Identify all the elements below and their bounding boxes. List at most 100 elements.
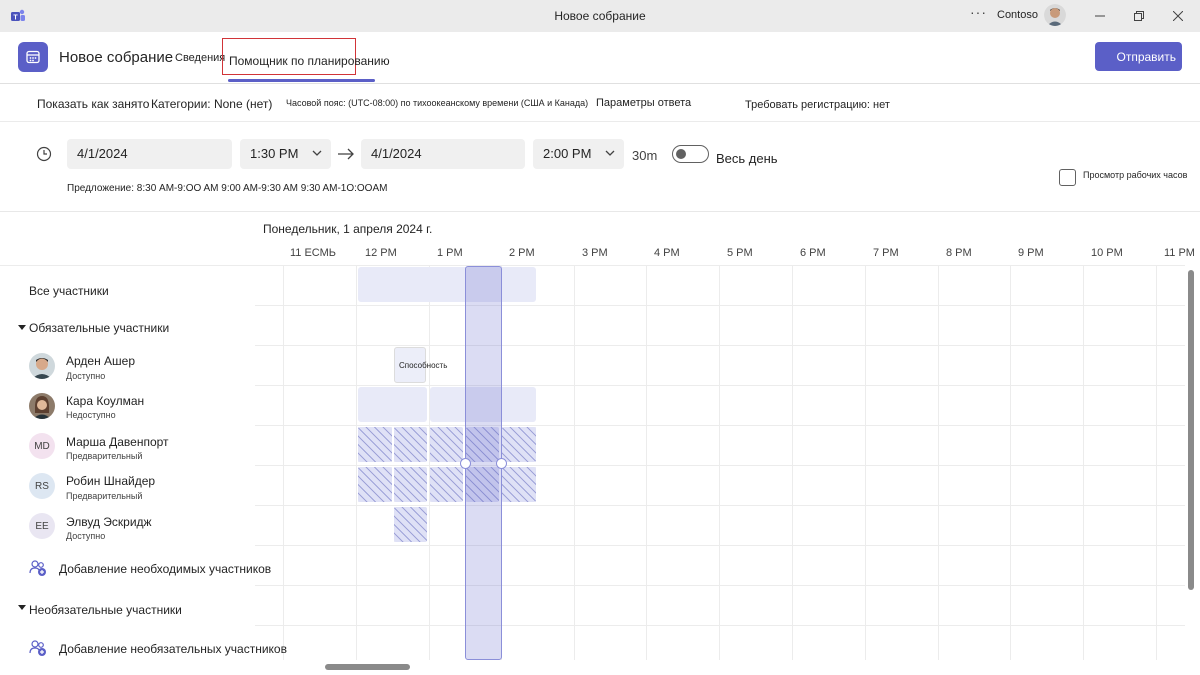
grid-row-line bbox=[255, 425, 1185, 426]
page-title: Новое собрание bbox=[59, 49, 174, 66]
schedule-date: Понедельник, 1 апреля 2024 г. bbox=[263, 222, 433, 236]
optional-attendees-header[interactable]: Необязательные участники bbox=[29, 603, 182, 617]
hour-label: 6 PM bbox=[800, 247, 826, 259]
hour-label: 11 ЕСМЬ bbox=[290, 247, 337, 259]
caret-down-icon[interactable] bbox=[18, 605, 26, 610]
grid-column-line bbox=[356, 265, 357, 660]
capacity-block[interactable]: Способность bbox=[394, 347, 447, 383]
end-time-select[interactable]: 2:00 PM bbox=[533, 139, 624, 169]
divider bbox=[0, 265, 255, 266]
hour-label: 4 PM bbox=[654, 247, 680, 259]
tab-scheduling-assistant[interactable]: Помощник по планированию bbox=[222, 38, 390, 75]
schedule-grid[interactable]: Способность bbox=[255, 265, 1185, 660]
grid-column-line bbox=[283, 265, 284, 660]
user-avatar[interactable] bbox=[1044, 4, 1066, 26]
tentative-block[interactable] bbox=[394, 427, 427, 462]
working-hours-label: Просмотр рабочих часов bbox=[1083, 170, 1188, 180]
tentative-block[interactable] bbox=[394, 467, 427, 502]
grid-column-line bbox=[1010, 265, 1011, 660]
horizontal-scrollbar[interactable] bbox=[325, 664, 410, 670]
attendee-name: Кара Коулман bbox=[66, 394, 145, 408]
start-date-input[interactable]: 4/1/2024 bbox=[67, 139, 232, 169]
start-time-select[interactable]: 1:30 PM bbox=[240, 139, 331, 169]
caret-down-icon[interactable] bbox=[18, 325, 26, 330]
avatar bbox=[29, 393, 55, 419]
end-time-value: 2:00 PM bbox=[543, 146, 592, 161]
send-button[interactable]: Отправить bbox=[1095, 42, 1182, 71]
hour-label: 1 PM bbox=[437, 247, 463, 259]
all-attendees-label: Все участники bbox=[29, 284, 109, 298]
maximize-icon[interactable] bbox=[1129, 6, 1149, 26]
grid-row-line bbox=[255, 385, 1185, 386]
resize-handle-end[interactable] bbox=[496, 458, 507, 469]
add-optional-attendees[interactable]: Добавление необязательных участников bbox=[59, 642, 287, 656]
more-options-icon[interactable]: ··· bbox=[970, 4, 987, 20]
avatar: EE bbox=[29, 513, 55, 539]
avatar: RS bbox=[29, 473, 55, 499]
working-hours-checkbox[interactable] bbox=[1059, 169, 1076, 186]
time-suggestions[interactable]: Предложение: 8:30 AM-9:OO AM 9:00 AM-9:3… bbox=[67, 183, 387, 194]
hour-label: 5 PM bbox=[727, 247, 753, 259]
add-people-icon[interactable] bbox=[29, 639, 47, 657]
grid-row-line bbox=[255, 505, 1185, 506]
minimize-icon[interactable] bbox=[1090, 6, 1110, 26]
grid-row-line bbox=[255, 345, 1185, 346]
categories-option[interactable]: Категории: None (нет) bbox=[151, 97, 272, 111]
org-name[interactable]: Contoso bbox=[997, 9, 1038, 21]
grid-column-line bbox=[865, 265, 866, 660]
attendee-name: Робин Шнайдер bbox=[66, 474, 156, 488]
response-options[interactable]: Параметры ответа bbox=[596, 97, 691, 109]
attendee-status: Доступно bbox=[66, 371, 106, 381]
all-day-label: Весь день bbox=[716, 151, 778, 166]
attendee-name: Марша Давенпорт bbox=[66, 435, 169, 449]
grid-column-line bbox=[574, 265, 575, 660]
hour-label: 9 PM bbox=[1018, 247, 1044, 259]
grid-row-line bbox=[255, 465, 1185, 466]
attendee-status: Предварительный bbox=[66, 451, 143, 461]
grid-column-line bbox=[719, 265, 720, 660]
busy-block[interactable] bbox=[358, 387, 427, 422]
tab-details[interactable]: Сведения bbox=[175, 52, 225, 64]
hour-label: 3 PM bbox=[582, 247, 608, 259]
duration-label: 30m bbox=[632, 148, 658, 163]
all-day-toggle[interactable] bbox=[672, 145, 709, 163]
avatar: MD bbox=[29, 433, 55, 459]
tentative-block[interactable] bbox=[502, 427, 536, 462]
required-attendees-header[interactable]: Обязательные участники bbox=[29, 321, 169, 335]
resize-handle-start[interactable] bbox=[460, 458, 471, 469]
grid-row-line bbox=[255, 625, 1185, 626]
tentative-block[interactable] bbox=[394, 507, 427, 542]
meeting-header: Новое собрание Сведения Помощник по план… bbox=[0, 32, 1200, 84]
grid-column-line bbox=[646, 265, 647, 660]
tentative-block[interactable] bbox=[430, 427, 463, 462]
start-time-value: 1:30 PM bbox=[250, 146, 299, 161]
attendee-status: Недоступно bbox=[66, 410, 116, 420]
tentative-block[interactable] bbox=[358, 427, 392, 462]
grid-column-line bbox=[1156, 265, 1157, 660]
hour-label: 11 PM bbox=[1164, 247, 1195, 259]
calendar-icon bbox=[18, 42, 48, 72]
grid-column-line bbox=[1083, 265, 1084, 660]
close-icon[interactable] bbox=[1168, 6, 1188, 26]
vertical-scrollbar[interactable] bbox=[1188, 270, 1194, 590]
tentative-block[interactable] bbox=[430, 467, 463, 502]
add-people-icon[interactable] bbox=[29, 559, 47, 577]
grid-column-line bbox=[938, 265, 939, 660]
meeting-options-bar: Показать как занято Категории: None (нет… bbox=[0, 84, 1200, 122]
attendee-name: Арден Ашер bbox=[66, 354, 136, 368]
tentative-block[interactable] bbox=[502, 467, 536, 502]
tab-scheduling-assistant-label: Помощник по планированию bbox=[229, 54, 390, 68]
hour-label: 12 PM bbox=[365, 247, 397, 259]
grid-row-line bbox=[255, 305, 1185, 306]
add-required-attendees[interactable]: Добавление необходимых участников bbox=[59, 562, 271, 576]
grid-column-line bbox=[429, 265, 430, 660]
timezone-option[interactable]: Часовой пояс: (UTC-08:00) по тихоокеанск… bbox=[286, 98, 588, 108]
end-date-input[interactable]: 4/1/2024 bbox=[361, 139, 525, 169]
clock-icon bbox=[36, 146, 52, 162]
grid-row-line bbox=[255, 585, 1185, 586]
busy-block[interactable] bbox=[358, 267, 536, 302]
registration-option[interactable]: Требовать регистрацию: нет bbox=[745, 99, 890, 111]
show-as-option[interactable]: Показать как занято bbox=[37, 97, 149, 111]
grid-column-line bbox=[792, 265, 793, 660]
tentative-block[interactable] bbox=[358, 467, 392, 502]
